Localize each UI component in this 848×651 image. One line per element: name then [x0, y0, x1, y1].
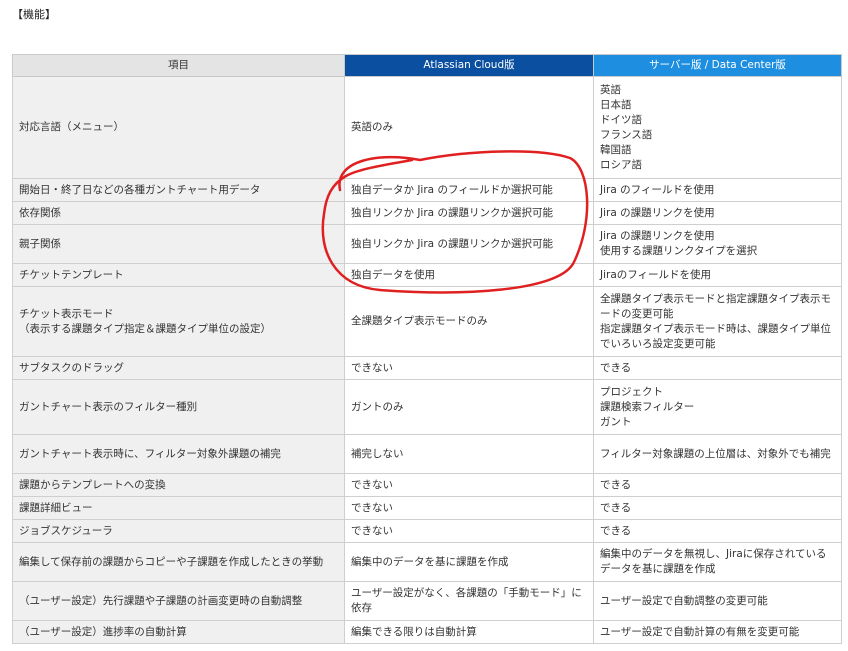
row-item-cell: ジョブスケジューラ — [12, 519, 345, 543]
header-cloud: Atlassian Cloud版 — [344, 54, 594, 77]
row-server-cell: 英語 日本語 ドイツ語 フランス語 韓国語 ロシア語 — [593, 76, 842, 179]
row-cloud-cell: できない — [344, 519, 594, 543]
row-cloud-cell: 英語のみ — [344, 76, 594, 179]
row-cloud-cell: できない — [344, 356, 594, 380]
row-item-cell: ガントチャート表示のフィルター種別 — [12, 379, 345, 435]
row-server-cell: Jira の課題リンクを使用 — [593, 201, 842, 225]
row-cloud-cell: できない — [344, 496, 594, 520]
row-item-cell: チケットテンプレート — [12, 263, 345, 287]
row-item-cell: ガントチャート表示時に、フィルター対象外課題の補完 — [12, 434, 345, 474]
row-cloud-cell: 全課題タイプ表示モードのみ — [344, 286, 594, 357]
table-row: 課題詳細ビュー できない できる — [12, 496, 842, 520]
row-item-cell: 依存関係 — [12, 201, 345, 225]
row-item-cell: 編集して保存前の課題からコピーや子課題を作成したときの挙動 — [12, 542, 345, 582]
row-item-cell: 課題詳細ビュー — [12, 496, 345, 520]
table-header-row: 項目 Atlassian Cloud版 サーバー版 / Data Center版 — [12, 54, 842, 77]
row-cloud-cell: ガントのみ — [344, 379, 594, 435]
row-server-cell: Jira の課題リンクを使用 使用する課題リンクタイプを選択 — [593, 224, 842, 264]
section-title: 【機能】 — [12, 8, 56, 21]
row-item-cell: 対応言語（メニュー） — [12, 76, 345, 179]
header-item: 項目 — [12, 54, 345, 77]
table-row: チケットテンプレート 独自データを使用 Jiraのフィールドを使用 — [12, 263, 842, 287]
table-row: （ユーザー設定）進捗率の自動計算 編集できる限りは自動計算 ユーザー設定で自動計算の… — [12, 620, 842, 644]
row-server-cell: ユーザー設定で自動計算の有無を変更可能 — [593, 620, 842, 644]
row-server-cell: できる — [593, 356, 842, 380]
feature-comparison-table: 項目 Atlassian Cloud版 サーバー版 / Data Center版… — [12, 54, 842, 644]
row-server-cell: できる — [593, 519, 842, 543]
table-row: 依存関係 独自リンクか Jira の課題リンクか選択可能 Jira の課題リンクを使… — [12, 201, 842, 225]
row-item-cell: チケット表示モード （表示する課題タイプ指定＆課題タイプ単位の設定） — [12, 286, 345, 357]
row-server-cell: Jiraのフィールドを使用 — [593, 263, 842, 287]
row-server-cell: プロジェクト 課題検索フィルター ガント — [593, 379, 842, 435]
table-row: チケット表示モード （表示する課題タイプ指定＆課題タイプ単位の設定） 全課題タイプ… — [12, 286, 842, 357]
row-cloud-cell: できない — [344, 473, 594, 497]
row-item-cell: （ユーザー設定）進捗率の自動計算 — [12, 620, 345, 644]
row-item-cell: 親子関係 — [12, 224, 345, 264]
table-row: 編集して保存前の課題からコピーや子課題を作成したときの挙動 編集中のデータを基に課… — [12, 542, 842, 582]
row-item-cell: 開始日・終了日などの各種ガントチャート用データ — [12, 178, 345, 202]
row-cloud-cell: 独自データを使用 — [344, 263, 594, 287]
row-item-cell: （ユーザー設定）先行課題や子課題の計画変更時の自動調整 — [12, 581, 345, 621]
table-row: 課題からテンプレートへの変換 できない できる — [12, 473, 842, 497]
row-server-cell: できる — [593, 496, 842, 520]
row-server-cell: Jira のフィールドを使用 — [593, 178, 842, 202]
row-server-cell: 編集中のデータを無視し、Jiraに保存されているデータを基に課題を作成 — [593, 542, 842, 582]
table-row: 開始日・終了日などの各種ガントチャート用データ 独自データか Jira のフィール… — [12, 178, 842, 202]
table-row: サブタスクのドラッグ できない できる — [12, 356, 842, 380]
row-cloud-cell: ユーザー設定がなく、各課題の「手動モード」に依存 — [344, 581, 594, 621]
table-row: ジョブスケジューラ できない できる — [12, 519, 842, 543]
table-row: ガントチャート表示のフィルター種別 ガントのみ プロジェクト 課題検索フィルター ガ… — [12, 379, 842, 435]
table-row: ガントチャート表示時に、フィルター対象外課題の補完 補完しない フィルター対象課題の… — [12, 434, 842, 474]
row-item-cell: 課題からテンプレートへの変換 — [12, 473, 345, 497]
row-server-cell: できる — [593, 473, 842, 497]
header-server: サーバー版 / Data Center版 — [593, 54, 842, 77]
row-cloud-cell: 独自リンクか Jira の課題リンクか選択可能 — [344, 224, 594, 264]
row-server-cell: ユーザー設定で自動調整の変更可能 — [593, 581, 842, 621]
row-server-cell: 全課題タイプ表示モードと指定課題タイプ表示モードの変更可能 指定課題タイプ表示モ… — [593, 286, 842, 357]
row-cloud-cell: 編集中のデータを基に課題を作成 — [344, 542, 594, 582]
row-cloud-cell: 独自リンクか Jira の課題リンクか選択可能 — [344, 201, 594, 225]
row-item-cell: サブタスクのドラッグ — [12, 356, 345, 380]
row-cloud-cell: 独自データか Jira のフィールドか選択可能 — [344, 178, 594, 202]
row-cloud-cell: 編集できる限りは自動計算 — [344, 620, 594, 644]
table-row: 対応言語（メニュー） 英語のみ 英語 日本語 ドイツ語 フランス語 韓国語 ロシア語 — [12, 76, 842, 179]
table-row: 親子関係 独自リンクか Jira の課題リンクか選択可能 Jira の課題リンクを使… — [12, 224, 842, 264]
table-row: （ユーザー設定）先行課題や子課題の計画変更時の自動調整 ユーザー設定がなく、各課題… — [12, 581, 842, 621]
row-server-cell: フィルター対象課題の上位層は、対象外でも補完 — [593, 434, 842, 474]
row-cloud-cell: 補完しない — [344, 434, 594, 474]
